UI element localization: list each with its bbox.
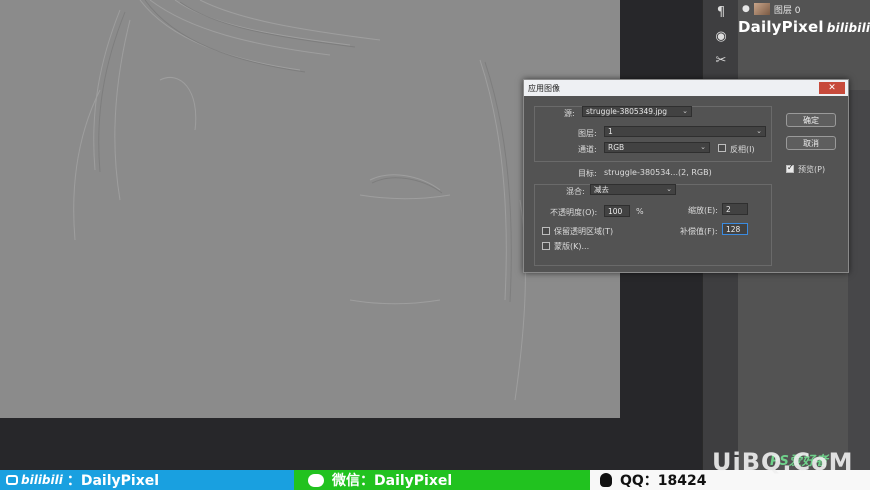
site-watermark: UiBQ.CoM xyxy=(712,448,854,476)
wechat-text: 微信：DailyPixel xyxy=(332,473,453,489)
chevron-down-icon: ⌄ xyxy=(756,127,762,135)
channel-label: 通道: xyxy=(578,145,597,154)
scale-label: 缩放(E): xyxy=(688,206,718,215)
ok-button[interactable]: 确定 xyxy=(786,113,836,127)
bilibili-logo: bilibili xyxy=(21,473,63,487)
preserve-transparency-checkbox[interactable] xyxy=(542,227,550,235)
wechat-segment: 微信：DailyPixel xyxy=(294,470,590,490)
opacity-unit: % xyxy=(636,207,644,216)
dialog-title: 应用图像 xyxy=(528,83,560,93)
target-value: struggle-380534...(2, RGB) xyxy=(604,168,712,177)
opacity-label: 不透明度(O): xyxy=(550,208,598,217)
channel-watermark: DailyPixel bilibili xyxy=(738,18,870,36)
preview-checkbox[interactable] xyxy=(786,163,794,173)
channel-select[interactable]: RGB ⌄ xyxy=(604,142,710,153)
dialog-titlebar[interactable]: 应用图像 ✕ xyxy=(524,80,848,96)
source-label: 源: xyxy=(564,109,575,118)
blending-select[interactable]: 减去 ⌄ xyxy=(590,184,676,195)
invert-label: 反相(I) xyxy=(730,145,755,154)
source-select[interactable]: struggle-3805349.jpg ⌄ xyxy=(582,106,692,117)
layer-label: 图层: xyxy=(578,129,597,138)
mask-label: 蒙版(K)... xyxy=(554,242,590,251)
eye-icon[interactable]: ● xyxy=(742,4,750,14)
watermark-name: DailyPixel xyxy=(738,18,824,36)
qq-icon xyxy=(600,473,612,487)
visibility-icon[interactable]: ◉ xyxy=(703,24,739,48)
bilibili-segment: bilibili ：DailyPixel xyxy=(0,470,294,490)
panel-scrollbar[interactable] xyxy=(848,90,870,470)
layer-name: 图层 0 xyxy=(773,5,801,16)
bilibili-text: ：DailyPixel xyxy=(66,473,160,489)
layer-select[interactable]: 1 ⌄ xyxy=(604,126,766,137)
scale-input[interactable]: 2 xyxy=(722,203,748,215)
offset-input[interactable]: 128 xyxy=(722,223,748,235)
target-label: 目标: xyxy=(578,169,597,178)
cancel-button[interactable]: 取消 xyxy=(786,136,836,150)
blending-label: 混合: xyxy=(566,187,585,196)
mask-checkbox[interactable] xyxy=(542,242,550,250)
qq-text: QQ：18424 xyxy=(620,473,707,489)
close-button[interactable]: ✕ xyxy=(819,82,845,94)
opacity-input[interactable]: 100 xyxy=(604,205,630,217)
apply-image-dialog: 应用图像 ✕ 源: struggle-3805349.jpg ⌄ 图层: 1 ⌄ 通… xyxy=(523,79,849,273)
offset-label: 补偿值(F): xyxy=(680,227,718,236)
chevron-down-icon: ⌄ xyxy=(700,143,706,151)
invert-checkbox[interactable] xyxy=(718,144,726,152)
tv-icon xyxy=(6,475,18,485)
chevron-down-icon: ⌄ xyxy=(666,185,672,193)
preview-label: 预览(P) xyxy=(798,165,826,174)
close-icon: ✕ xyxy=(828,83,836,93)
preserve-transparency-label: 保留透明区域(T) xyxy=(554,227,614,236)
wechat-icon xyxy=(308,473,324,487)
paragraph-icon[interactable]: ¶ xyxy=(703,0,739,24)
pasteboard xyxy=(0,418,620,470)
layer-row[interactable]: ● 图层 0 xyxy=(738,0,870,18)
watermark-bilibili: bilibili xyxy=(826,21,870,35)
tools-icon[interactable]: ✂ xyxy=(703,48,739,72)
layer-thumbnail xyxy=(753,3,770,15)
chevron-down-icon: ⌄ xyxy=(682,107,688,115)
